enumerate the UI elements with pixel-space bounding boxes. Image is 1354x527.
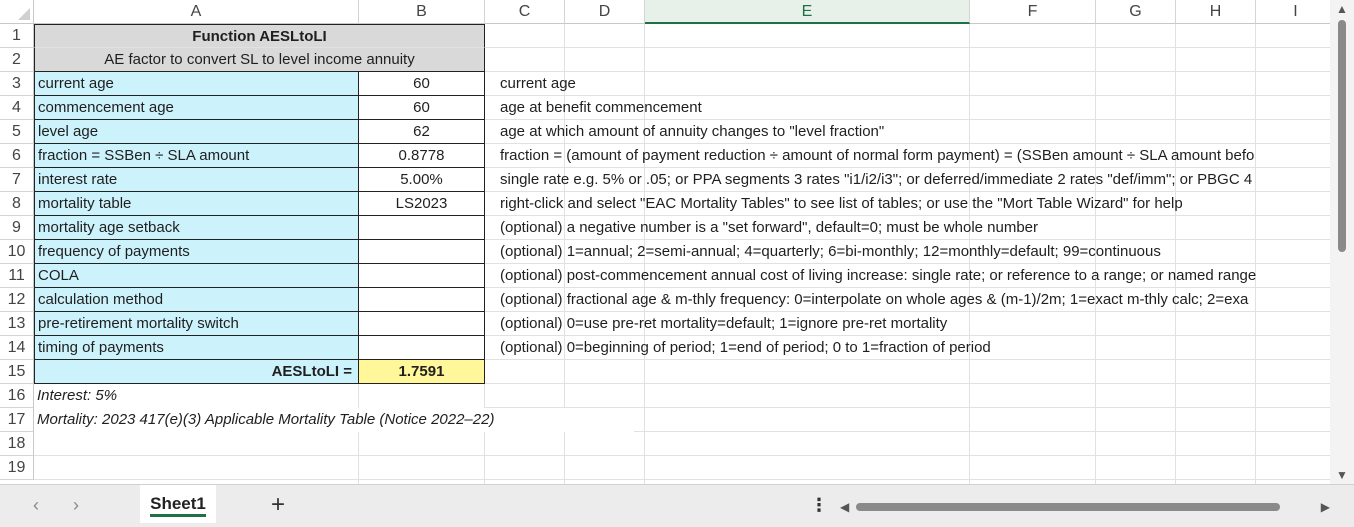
scroll-down-icon[interactable]: ▼ [1336,468,1348,482]
column-header-e[interactable]: E [645,0,970,24]
column-header-c[interactable]: C [485,0,565,24]
param-value[interactable]: 62 [359,120,485,144]
column-header-a[interactable]: A [34,0,359,24]
horizontal-scrollbar[interactable]: ◀ ▶ [838,497,1334,517]
sheet-tab-bar: ‹ › Sheet1 + ⋮ ◀ ▶ [0,484,1354,527]
scroll-right-icon[interactable]: ▶ [1321,497,1330,517]
param-value[interactable]: 5.00% [359,168,485,192]
row-header-18[interactable]: 18 [0,432,34,456]
tab-sheet1[interactable]: Sheet1 [140,485,216,523]
param-value[interactable] [359,288,485,312]
param-description[interactable]: (optional) fractional age & m-thly frequ… [497,288,1330,312]
param-value[interactable]: 60 [359,96,485,120]
param-label[interactable]: level age [34,120,359,144]
add-sheet-button[interactable]: + [266,491,290,519]
spreadsheet-grid[interactable]: A B C D E F G H I 1 2 3 4 5 6 7 8 9 10 1… [0,0,1330,484]
row-header-15[interactable]: 15 [0,360,34,384]
row-header-6[interactable]: 6 [0,144,34,168]
sheet-tab-label: Sheet1 [150,494,206,513]
vertical-scroll-thumb[interactable] [1338,20,1346,252]
column-header-d[interactable]: D [565,0,645,24]
row-header-17[interactable]: 17 [0,408,34,432]
param-description[interactable]: (optional) 0=beginning of period; 1=end … [497,336,1330,360]
row-header-1[interactable]: 1 [0,24,34,48]
result-value[interactable]: 1.7591 [359,360,485,384]
column-header-b[interactable]: B [359,0,485,24]
param-label[interactable]: fraction = SSBen ÷ SLA amount [34,144,359,168]
note-interest[interactable]: Interest: 5% [34,384,485,408]
param-value[interactable] [359,312,485,336]
param-description[interactable]: (optional) 1=annual; 2=semi-annual; 4=qu… [497,240,1330,264]
scroll-up-icon[interactable]: ▲ [1336,2,1348,16]
row-header-9[interactable]: 9 [0,216,34,240]
param-description[interactable]: (optional) post-commencement annual cost… [497,264,1330,288]
function-title[interactable]: Function AESLtoLI [34,24,485,48]
row-header-8[interactable]: 8 [0,192,34,216]
param-value[interactable] [359,264,485,288]
param-value[interactable] [359,216,485,240]
row-header-2[interactable]: 2 [0,48,34,72]
horizontal-scroll-thumb[interactable] [856,503,1280,511]
param-label[interactable]: timing of payments [34,336,359,360]
note-mortality[interactable]: Mortality: 2023 417(e)(3) Applicable Mor… [34,408,634,432]
param-label[interactable]: calculation method [34,288,359,312]
scroll-left-icon[interactable]: ◀ [840,497,849,517]
row-header-11[interactable]: 11 [0,264,34,288]
param-value[interactable]: 0.8778 [359,144,485,168]
row-header-19[interactable]: 19 [0,456,34,480]
param-description[interactable]: fraction = (amount of payment reduction … [497,144,1330,168]
row-header-7[interactable]: 7 [0,168,34,192]
param-description[interactable]: right-click and select "EAC Mortality Ta… [497,192,1330,216]
column-header-f[interactable]: F [970,0,1096,24]
param-description[interactable]: age at benefit commencement [497,96,1330,120]
param-value[interactable]: LS2023 [359,192,485,216]
more-options-icon[interactable]: ⋮ [810,495,828,516]
param-label[interactable]: mortality table [34,192,359,216]
function-subtitle[interactable]: AE factor to convert SL to level income … [34,48,485,72]
row-header-4[interactable]: 4 [0,96,34,120]
result-label[interactable]: AESLtoLI = [34,360,359,384]
active-tab-underline [150,514,206,517]
column-header-h[interactable]: H [1176,0,1256,24]
param-label[interactable]: interest rate [34,168,359,192]
param-description[interactable]: current age [497,72,1330,96]
param-label[interactable]: mortality age setback [34,216,359,240]
param-description[interactable]: age at which amount of annuity changes t… [497,120,1330,144]
row-line-20 [34,479,485,480]
param-description[interactable]: single rate e.g. 5% or .05; or PPA segme… [497,168,1330,192]
row-header-5[interactable]: 5 [0,120,34,144]
param-label[interactable]: COLA [34,264,359,288]
row-line-19 [34,455,485,456]
vertical-scrollbar[interactable]: ▲ ▼ [1330,0,1354,484]
param-value[interactable] [359,240,485,264]
prev-sheet-icon[interactable]: ‹ [26,495,46,516]
row-header-13[interactable]: 13 [0,312,34,336]
row-header-3[interactable]: 3 [0,72,34,96]
param-value[interactable]: 60 [359,72,485,96]
column-header-g[interactable]: G [1096,0,1176,24]
param-label[interactable]: frequency of payments [34,240,359,264]
row-header-16[interactable]: 16 [0,384,34,408]
row-header-10[interactable]: 10 [0,240,34,264]
column-header-i[interactable]: I [1256,0,1330,24]
param-value[interactable] [359,336,485,360]
param-label[interactable]: commencement age [34,96,359,120]
row-header-14[interactable]: 14 [0,336,34,360]
select-all-corner[interactable] [0,0,34,24]
param-label[interactable]: pre-retirement mortality switch [34,312,359,336]
row-header-12[interactable]: 12 [0,288,34,312]
param-description[interactable]: (optional) a negative number is a "set f… [497,216,1330,240]
next-sheet-icon[interactable]: › [66,495,86,516]
param-description[interactable]: (optional) 0=use pre-ret mortality=defau… [497,312,1330,336]
param-label[interactable]: current age [34,72,359,96]
